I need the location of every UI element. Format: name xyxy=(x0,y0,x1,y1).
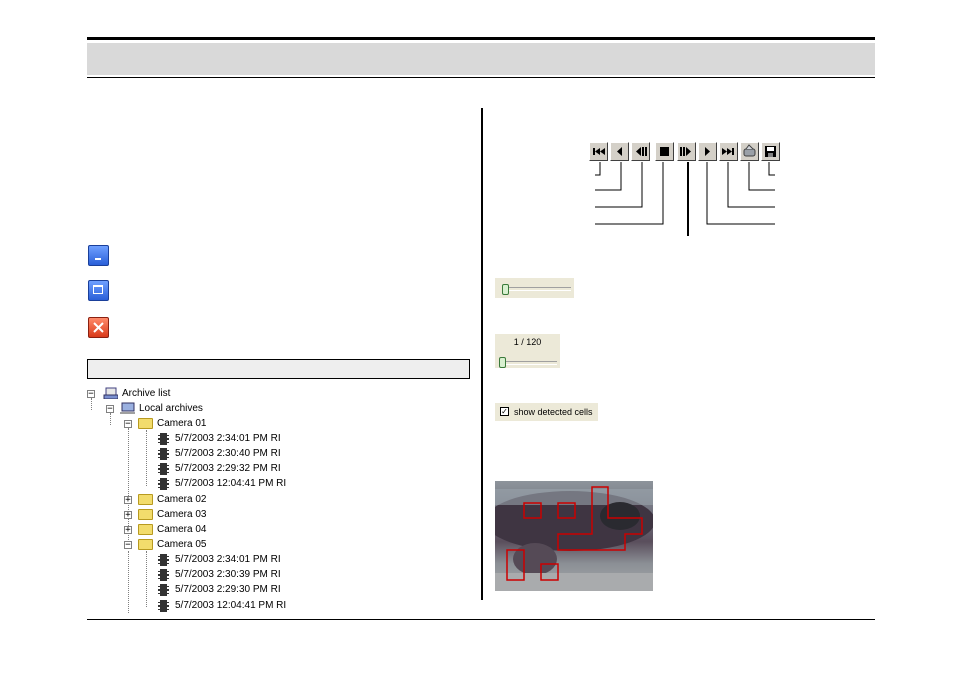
film-icon xyxy=(158,463,169,475)
archive-icon xyxy=(103,387,118,399)
go-to-end-icon xyxy=(722,148,734,155)
tree-label: Camera 05 xyxy=(157,539,207,550)
position-slider[interactable] xyxy=(495,278,574,298)
stop-button[interactable] xyxy=(655,142,674,161)
frame-slider[interactable]: 1 / 120 xyxy=(495,334,560,368)
collapse-icon[interactable]: − xyxy=(124,541,132,550)
playback-toolbar xyxy=(589,142,780,162)
film-icon xyxy=(158,433,169,445)
step-forward-button[interactable] xyxy=(677,142,696,161)
tree-label: Camera 04 xyxy=(157,524,207,535)
archive-tree[interactable]: − Archive list − Local archives − Camera… xyxy=(0,0,480,620)
entry-label: 5/7/2003 2:30:40 PM RI xyxy=(175,448,281,459)
collapse-icon[interactable]: − xyxy=(106,405,114,414)
stop-icon xyxy=(660,147,669,156)
entry-label: 5/7/2003 12:04:41 PM RI xyxy=(175,600,287,611)
step-backward-button[interactable] xyxy=(631,142,650,161)
go-to-start-button[interactable] xyxy=(589,142,608,161)
collapse-icon[interactable]: − xyxy=(124,420,132,429)
film-icon xyxy=(158,600,169,612)
checkbox-box[interactable]: ✓ xyxy=(500,407,509,416)
export-icon xyxy=(743,144,756,157)
tree-label: Local archives xyxy=(139,403,203,414)
column-divider xyxy=(481,108,483,600)
folder-icon xyxy=(138,539,153,550)
entry-label: 5/7/2003 2:34:01 PM RI xyxy=(175,554,281,565)
show-detected-cells-checkbox[interactable]: ✓ show detected cells xyxy=(495,403,598,421)
entry-label: 5/7/2003 2:30:39 PM RI xyxy=(175,569,281,580)
export-button[interactable] xyxy=(740,142,759,161)
expand-icon[interactable]: + xyxy=(124,526,132,535)
folder-icon xyxy=(138,494,153,505)
camera-frame-image xyxy=(495,481,653,591)
slider-thumb[interactable] xyxy=(502,284,509,295)
collapse-icon[interactable]: − xyxy=(87,390,95,399)
save-icon xyxy=(765,146,776,157)
step-backward-icon xyxy=(636,147,647,156)
tree-label: Camera 01 xyxy=(157,418,207,429)
folder-icon xyxy=(138,524,153,535)
entry-label: 5/7/2003 2:29:32 PM RI xyxy=(175,463,281,474)
tree-label: Camera 03 xyxy=(157,509,207,520)
film-icon xyxy=(158,478,169,490)
film-icon xyxy=(158,554,169,566)
save-button[interactable] xyxy=(761,142,780,161)
play-backward-icon xyxy=(617,147,622,156)
frame-counter: 1 / 120 xyxy=(513,337,542,347)
go-to-end-button[interactable] xyxy=(719,142,738,161)
expand-icon[interactable]: + xyxy=(124,496,132,505)
play-backward-button[interactable] xyxy=(610,142,629,161)
entry-label: 5/7/2003 12:04:41 PM RI xyxy=(175,478,287,489)
entry-label: 5/7/2003 2:29:30 PM RI xyxy=(175,584,281,595)
film-icon xyxy=(158,448,169,460)
film-icon xyxy=(158,569,169,581)
expand-icon[interactable]: + xyxy=(124,511,132,520)
tree-label: Camera 02 xyxy=(157,494,207,505)
step-forward-icon xyxy=(680,147,691,156)
toolbar-callouts xyxy=(595,162,775,236)
folder-icon xyxy=(138,418,153,429)
play-forward-icon xyxy=(705,147,710,156)
folder-icon xyxy=(138,509,153,520)
checkbox-label: show detected cells xyxy=(514,407,593,417)
computer-icon xyxy=(120,402,135,414)
tree-label: Archive list xyxy=(122,388,171,399)
entry-label: 5/7/2003 2:34:01 PM RI xyxy=(175,433,281,444)
go-to-start-icon xyxy=(593,148,605,155)
film-icon xyxy=(158,584,169,596)
play-forward-button[interactable] xyxy=(698,142,717,161)
slider-thumb[interactable] xyxy=(499,357,506,368)
